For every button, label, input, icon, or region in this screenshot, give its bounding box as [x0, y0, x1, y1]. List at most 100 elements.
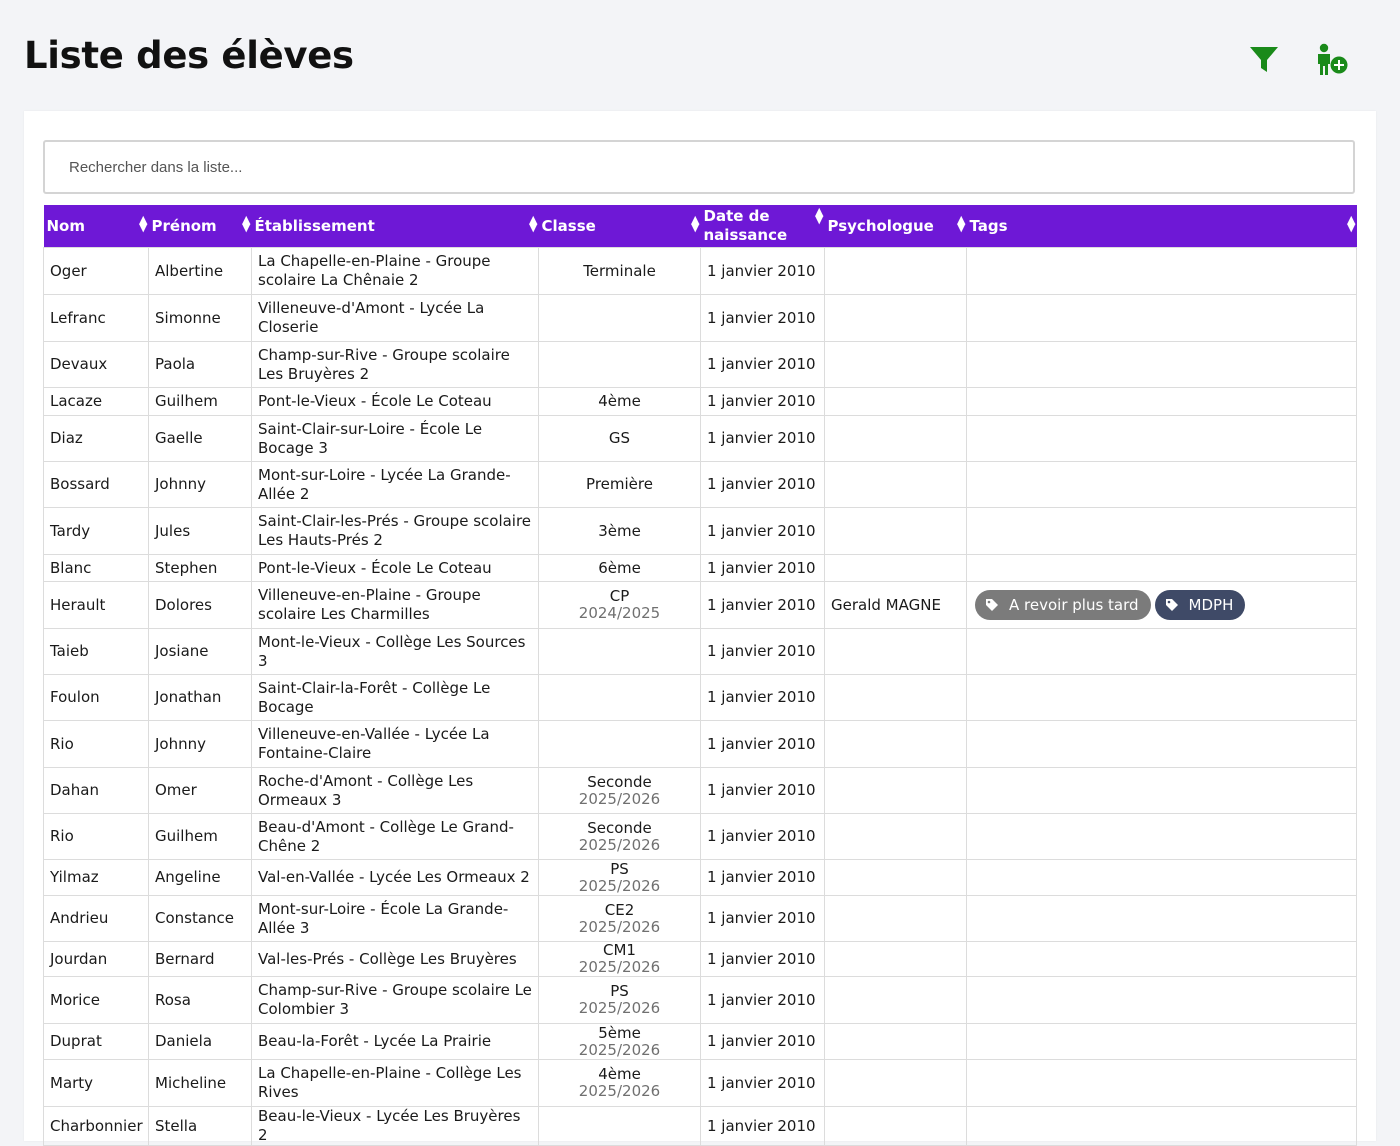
- table-row[interactable]: Bossard Johnny Mont-sur-Loire - Lycée La G…: [43, 461, 1357, 508]
- column-header-date-naissance[interactable]: Date de naissance ▲ ▼: [700, 205, 825, 248]
- classe-label: CP: [609, 587, 630, 605]
- column-header-psychologue[interactable]: Psychologue ▲ ▼: [824, 205, 967, 248]
- cell-psychologue: [824, 387, 967, 416]
- cell-nom: Dahan: [43, 767, 149, 814]
- column-header-label: Date de naissance: [703, 207, 788, 244]
- cell-classe: [538, 628, 701, 675]
- cell-tags: [966, 941, 1357, 977]
- cell-prenom: Johnny: [148, 720, 252, 768]
- sort-icon[interactable]: ▲ ▼: [139, 214, 147, 233]
- cell-date-naissance: 1 janvier 2010: [700, 415, 825, 462]
- table-row[interactable]: Lacaze Guilhem Pont-le-Vieux - École Le Co…: [43, 387, 1357, 416]
- cell-classe: Seconde 2025/2026: [538, 813, 701, 860]
- school-year: 2025/2026: [578, 1082, 661, 1100]
- table-row[interactable]: Yilmaz Angeline Val-en-Vallée - Lycée Les …: [43, 859, 1357, 896]
- cell-psychologue: [824, 341, 967, 388]
- cell-psychologue: [824, 415, 967, 462]
- cell-etablissement: Mont-sur-Loire - École La Grande-Allée 3: [251, 895, 539, 942]
- tag-icon: [1165, 599, 1178, 611]
- cell-psychologue: [824, 813, 967, 860]
- sort-icon[interactable]: ▲ ▼: [529, 214, 537, 233]
- cell-date-naissance: 1 janvier 2010: [700, 674, 825, 721]
- cell-psychologue: [824, 247, 967, 295]
- column-header-tags[interactable]: Tags ▲ ▼: [966, 205, 1357, 248]
- tag-badge[interactable]: MDPH: [1154, 590, 1246, 620]
- cell-tags: [966, 859, 1357, 896]
- cell-nom: Blanc: [43, 554, 149, 582]
- table-row[interactable]: Rio Guilhem Beau-d'Amont - Collège Le Gran…: [43, 813, 1357, 860]
- table-row[interactable]: Duprat Daniela Beau-la-Forêt - Lycée La Pr…: [43, 1023, 1357, 1060]
- table-row[interactable]: Andrieu Constance Mont-sur-Loire - École L…: [43, 895, 1357, 942]
- cell-etablissement: La Chapelle-en-Plaine - Collège Les Rive…: [251, 1059, 539, 1107]
- table-row[interactable]: Dahan Omer Roche-d'Amont - Collège Les Orm…: [43, 767, 1357, 814]
- cell-tags: [966, 895, 1357, 942]
- filter-button[interactable]: [1244, 40, 1284, 80]
- table-row[interactable]: Devaux Paola Champ-sur-Rive - Groupe scola…: [43, 341, 1357, 388]
- cell-etablissement: Mont-le-Vieux - Collège Les Sources 3: [251, 628, 539, 675]
- cell-prenom: Guilhem: [148, 387, 252, 416]
- sort-icon[interactable]: ▲ ▼: [957, 214, 965, 233]
- cell-nom: Herault: [43, 581, 149, 629]
- table-row[interactable]: Lefranc Simonne Villeneuve-d'Amont - Lycée…: [43, 294, 1357, 342]
- table-row[interactable]: Taieb Josiane Mont-le-Vieux - Collège Les …: [43, 628, 1357, 675]
- cell-etablissement: Saint-Clair-la-Forêt - Collège Le Bocage: [251, 674, 539, 721]
- cell-classe: Terminale: [538, 247, 701, 295]
- cell-prenom: Jules: [148, 507, 252, 555]
- search-input[interactable]: [43, 140, 1355, 194]
- add-student-button[interactable]: [1312, 40, 1352, 80]
- cell-tags: [966, 415, 1357, 462]
- cell-nom: Foulon: [43, 674, 149, 721]
- cell-classe: Première: [538, 461, 701, 508]
- cell-etablissement: Champ-sur-Rive - Groupe scolaire Les Bru…: [251, 341, 539, 388]
- cell-nom: Taieb: [43, 628, 149, 675]
- cell-psychologue: [824, 1023, 967, 1060]
- table-row[interactable]: Oger Albertine La Chapelle-en-Plaine - Gro…: [43, 247, 1357, 295]
- cell-prenom: Paola: [148, 341, 252, 388]
- sort-icon[interactable]: ▲ ▼: [242, 214, 250, 233]
- column-header-classe[interactable]: Classe ▲ ▼: [538, 205, 701, 248]
- classe-label: Seconde: [587, 818, 652, 837]
- sort-icon[interactable]: ▲ ▼: [815, 206, 823, 225]
- cell-classe: 3ème: [538, 507, 701, 555]
- table-row[interactable]: Foulon Jonathan Saint-Clair-la-Forêt - Col…: [43, 674, 1357, 721]
- cell-classe: GS: [538, 415, 701, 462]
- table-row[interactable]: Tardy Jules Saint-Clair-les-Prés - Groupe …: [43, 507, 1357, 555]
- cell-etablissement: Pont-le-Vieux - École Le Coteau: [251, 387, 539, 416]
- cell-psychologue: [824, 554, 967, 582]
- cell-classe: CE2 2025/2026: [538, 895, 701, 942]
- cell-psychologue: [824, 1106, 967, 1146]
- column-header-nom[interactable]: Nom ▲ ▼: [43, 205, 149, 248]
- cell-nom: Marty: [43, 1059, 149, 1107]
- sort-icon[interactable]: ▲ ▼: [1347, 214, 1355, 233]
- cell-classe: [538, 720, 701, 768]
- table-row[interactable]: Blanc Stephen Pont-le-Vieux - École Le Cot…: [43, 554, 1357, 582]
- tag-badge[interactable]: A revoir plus tard: [975, 590, 1151, 620]
- sort-icon[interactable]: ▲ ▼: [691, 214, 699, 233]
- cell-nom: Yilmaz: [43, 859, 149, 896]
- table-row[interactable]: Marty Micheline La Chapelle-en-Plaine - Co…: [43, 1059, 1357, 1107]
- classe-label: CE2: [604, 900, 635, 919]
- table-row[interactable]: Rio Johnny Villeneuve-en-Vallée - Lycée La…: [43, 720, 1357, 768]
- classe-label: Terminale: [583, 261, 656, 280]
- cell-date-naissance: 1 janvier 2010: [700, 581, 825, 629]
- table-row[interactable]: Herault Dolores Villeneuve-en-Plaine - Gro…: [43, 581, 1357, 629]
- cell-prenom: Johnny: [148, 461, 252, 508]
- table-body: Oger Albertine La Chapelle-en-Plaine - Gro…: [43, 247, 1357, 1146]
- cell-prenom: Bernard: [148, 941, 252, 977]
- classe-label: GS: [608, 429, 631, 447]
- cell-psychologue: Gerald MAGNE: [824, 581, 967, 629]
- cell-tags: [966, 720, 1357, 768]
- cell-psychologue: [824, 976, 967, 1024]
- cell-psychologue: [824, 461, 967, 508]
- cell-tags: [966, 294, 1357, 342]
- cell-date-naissance: 1 janvier 2010: [700, 247, 825, 295]
- cell-classe: 4ème: [538, 387, 701, 416]
- column-header-etablissement[interactable]: Établissement ▲ ▼: [251, 205, 539, 248]
- table-row[interactable]: Morice Rosa Champ-sur-Rive - Groupe scolai…: [43, 976, 1357, 1024]
- column-header-prenom[interactable]: Prénom ▲ ▼: [148, 205, 252, 248]
- cell-tags: [966, 628, 1357, 675]
- cell-classe: Seconde 2025/2026: [538, 767, 701, 814]
- table-row[interactable]: Diaz Gaelle Saint-Clair-sur-Loire - École …: [43, 415, 1357, 462]
- table-row[interactable]: Charbonnier Stella Beau-le-Vieux - Lycée L…: [43, 1106, 1357, 1146]
- table-row[interactable]: Jourdan Bernard Val-les-Prés - Collège Les…: [43, 941, 1357, 977]
